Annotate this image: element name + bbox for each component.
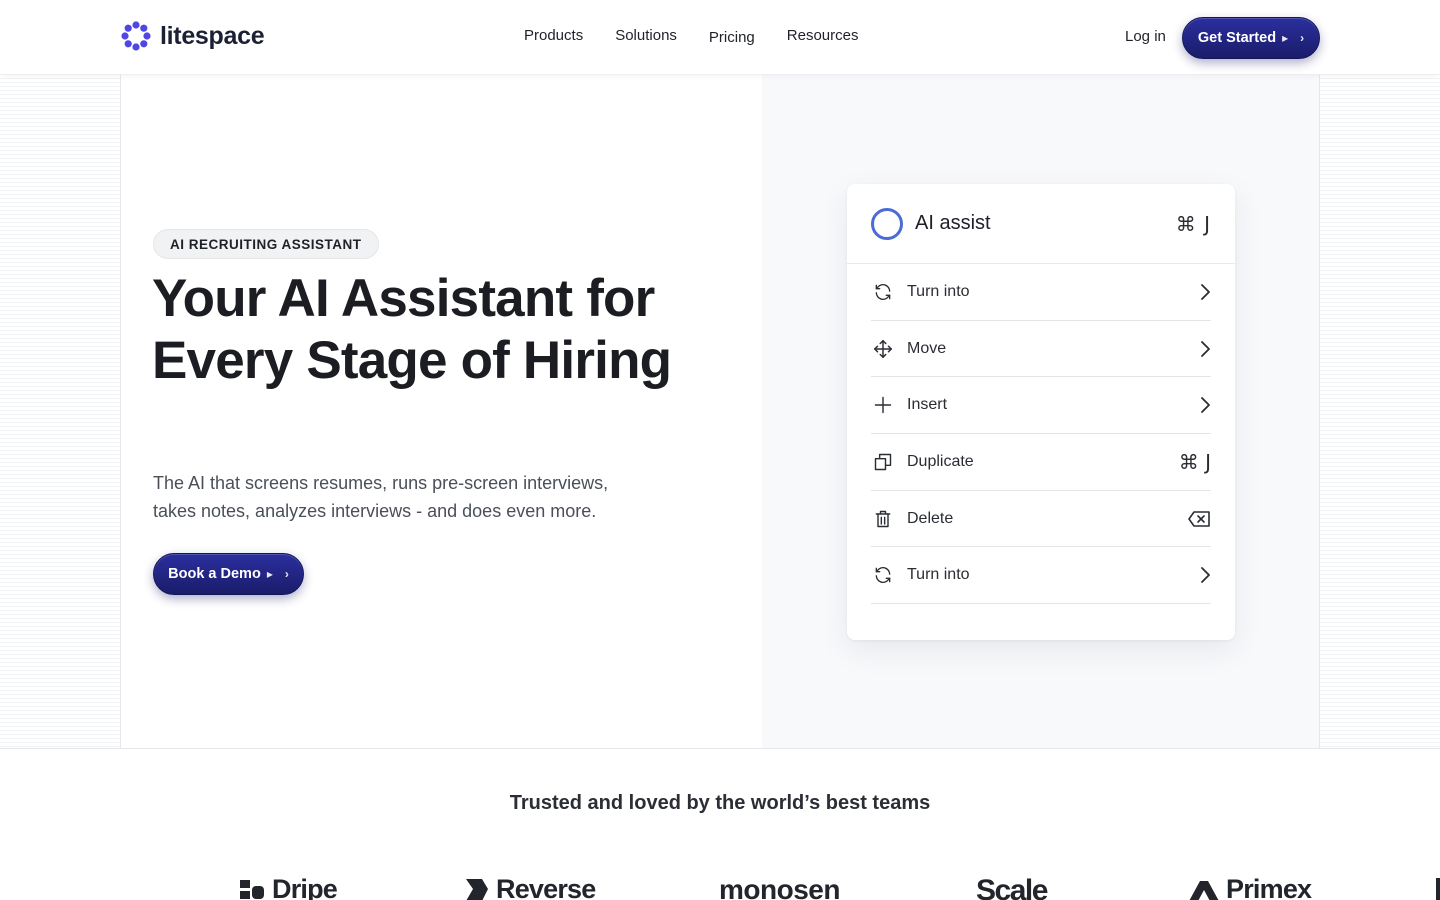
refresh-icon	[871, 563, 895, 587]
chevron-right-icon: ›	[284, 567, 289, 581]
brand-name: Reverse	[496, 874, 596, 900]
menu-item-move[interactable]: Move	[871, 321, 1211, 378]
brand-logo-reverse: Reverse	[464, 874, 596, 900]
hero-headline: Your AI Assistant for Every Stage of Hir…	[152, 269, 672, 390]
menu-item-label: Turn into	[907, 282, 970, 300]
menu-item-label: Duplicate	[907, 452, 974, 470]
backspace-icon	[1181, 510, 1211, 528]
menu-item-label: Delete	[907, 509, 954, 527]
menu-item-insert[interactable]: Insert	[871, 377, 1211, 435]
hero-subtext: The AI that screens resumes, runs pre-sc…	[153, 473, 609, 521]
nav-resources[interactable]: Resources	[787, 27, 859, 46]
caret-right-icon: ▸	[1282, 31, 1289, 45]
site-header: litespace Products Solutions Pricing Res…	[0, 0, 1440, 75]
menu-item-delete[interactable]: Delete	[871, 491, 1211, 548]
shortcut-label: ⌘ J	[1178, 449, 1211, 474]
primex-logo-icon	[1189, 880, 1219, 900]
get-started-label: Get Started	[1197, 30, 1277, 46]
nav-solutions[interactable]: Solutions	[615, 27, 677, 46]
brand-name: Primex	[1226, 874, 1312, 900]
brand-logo-monosen: monosen	[719, 874, 840, 900]
ai-ring-icon	[871, 207, 903, 240]
ai-assist-card: AI assist ⌘ J Turn into Move Insert Dupl…	[847, 184, 1235, 640]
book-demo-button[interactable]: Book a Demo ▸ ›	[153, 553, 304, 595]
shortcut-label: ⌘ J	[1175, 211, 1211, 236]
trusted-heading: Trusted and loved by the world’s best te…	[509, 792, 931, 814]
menu-item-turn-into[interactable]: Turn into	[871, 264, 1211, 321]
left-gutter-pattern	[0, 75, 121, 748]
ai-assist-header[interactable]: AI assist ⌘ J	[847, 184, 1235, 264]
menu-item-duplicate[interactable]: Duplicate ⌘ J	[871, 434, 1211, 491]
reverse-logo-icon	[466, 878, 488, 900]
ai-assist-menu: Turn into Move Insert Duplicate ⌘ J Dele…	[847, 264, 1235, 605]
hero-left-panel	[121, 75, 762, 748]
section-divider	[0, 748, 1440, 749]
chevron-right-icon	[1181, 340, 1211, 358]
caret-right-icon: ▸	[266, 567, 273, 581]
partial-logo-icon	[1436, 878, 1440, 900]
brand-logo-scale: Scale	[976, 874, 1048, 900]
ai-assist-title: AI assist	[915, 212, 991, 234]
brand-logo-dripe: Dripe	[240, 874, 338, 900]
brand-name: Scale	[976, 874, 1048, 900]
nav-pricing[interactable]: Pricing	[709, 29, 755, 46]
brand-name: monosen	[719, 874, 840, 900]
plus-icon	[871, 393, 895, 417]
dripe-logo-icon	[240, 879, 264, 899]
move-icon	[871, 337, 895, 361]
trash-icon	[871, 507, 895, 531]
brand-logo-strip: Dripe Reverse monosen Scale Primex	[0, 870, 1440, 900]
refresh-icon	[871, 280, 895, 304]
chevron-right-icon	[1181, 283, 1211, 301]
logo-text: litespace	[160, 21, 265, 50]
logo-mark-icon	[121, 21, 151, 51]
brand-name: Dripe	[272, 874, 338, 900]
book-demo-label: Book a Demo	[168, 566, 261, 582]
brand-logo-partial	[1432, 874, 1440, 900]
login-link[interactable]: Log in	[1125, 28, 1166, 45]
brand-logo-primex: Primex	[1188, 874, 1312, 900]
chevron-right-icon	[1181, 396, 1211, 414]
chevron-right-icon	[1181, 566, 1211, 584]
get-started-button[interactable]: Get Started ▸ ›	[1182, 17, 1320, 59]
menu-item-label: Move	[907, 339, 947, 357]
right-gutter-pattern	[1319, 75, 1440, 748]
chevron-right-icon: ›	[1300, 31, 1305, 45]
logo[interactable]: litespace	[120, 20, 265, 52]
menu-item-turn-into[interactable]: Turn into	[871, 547, 1211, 605]
hero-badge: AI RECRUITING ASSISTANT	[153, 229, 379, 259]
menu-item-label: Insert	[907, 396, 948, 414]
nav-products[interactable]: Products	[524, 27, 583, 46]
menu-item-label: Turn into	[907, 566, 970, 584]
copy-icon	[871, 450, 895, 474]
main-nav: Products Solutions Pricing Resources	[524, 27, 858, 46]
